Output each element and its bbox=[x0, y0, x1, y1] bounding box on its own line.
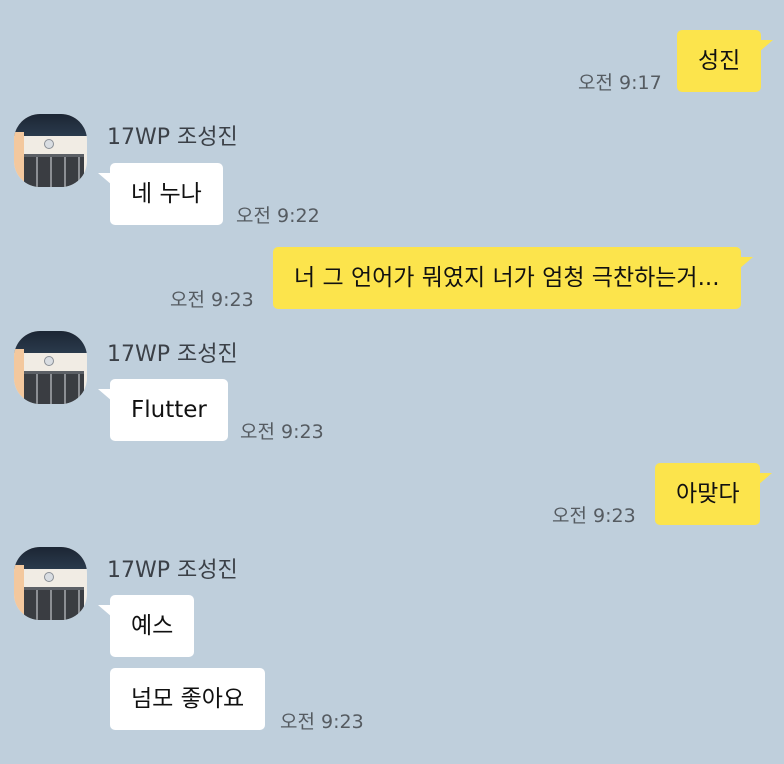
message-time: 오전 9:17 bbox=[578, 72, 662, 94]
their-message-bubble[interactable]: 예스 bbox=[97, 595, 195, 657]
contact-avatar[interactable] bbox=[14, 114, 87, 187]
contact-avatar[interactable] bbox=[14, 331, 87, 404]
contact-avatar[interactable] bbox=[14, 547, 87, 620]
my-message-bubble[interactable]: 성진 bbox=[677, 30, 774, 92]
my-message-bubble[interactable]: 아맞다 bbox=[655, 463, 774, 525]
my-message-bubble[interactable]: 너 그 언어가 뭐였지 너가 엄청 극찬하는거... bbox=[273, 247, 753, 309]
message-time: 오전 9:23 bbox=[170, 289, 254, 311]
message-time: 오전 9:23 bbox=[280, 711, 364, 733]
their-message-bubble[interactable]: 넘모 좋아요 bbox=[110, 668, 266, 730]
message-time: 오전 9:23 bbox=[240, 421, 324, 443]
chat-room: 오전 9:17 성진 17WP 조성진 네 누나 오전 9:22 오전 9:23… bbox=[0, 0, 784, 764]
their-message-bubble[interactable]: 네 누나 bbox=[98, 163, 223, 225]
sender-name: 17WP 조성진 bbox=[107, 342, 238, 367]
message-time: 오전 9:22 bbox=[236, 205, 320, 227]
sender-name: 17WP 조성진 bbox=[107, 125, 238, 150]
message-time: 오전 9:23 bbox=[552, 505, 636, 527]
sender-name: 17WP 조성진 bbox=[107, 558, 238, 583]
their-message-bubble[interactable]: Flutter bbox=[98, 379, 228, 441]
